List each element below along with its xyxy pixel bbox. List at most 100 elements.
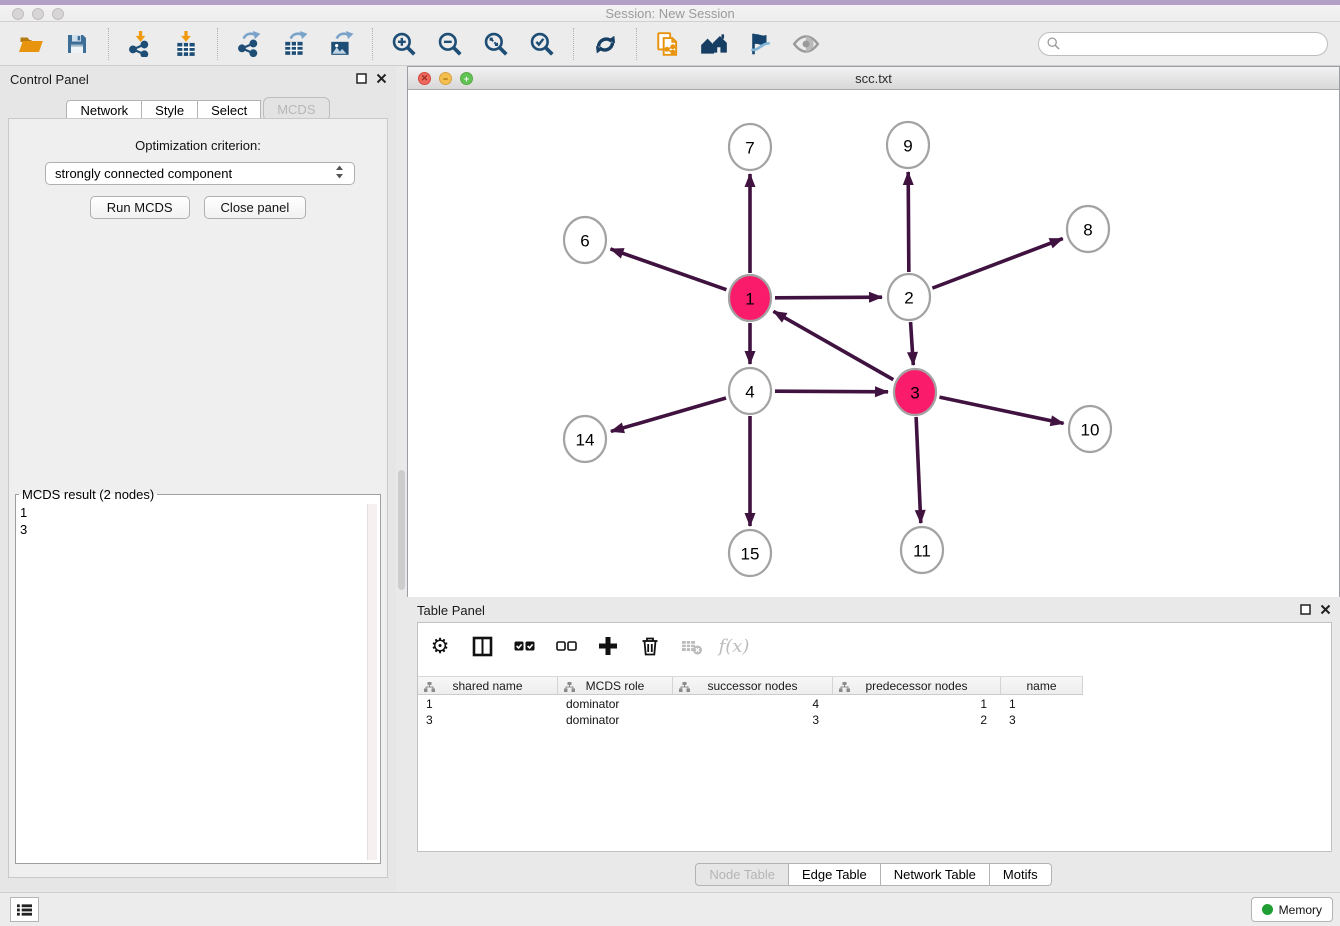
task-history-button[interactable] (10, 897, 39, 922)
table-cell[interactable]: 1 (1001, 696, 1083, 712)
import-network-button[interactable] (122, 26, 158, 62)
attribute-tree-icon (424, 682, 435, 692)
close-table-panel-button[interactable] (1319, 603, 1332, 616)
search-input[interactable] (1065, 35, 1319, 52)
graph-edge-1-6[interactable] (610, 249, 726, 290)
open-session-button[interactable] (13, 26, 49, 62)
column-header-MCDS-role[interactable]: MCDS role (558, 677, 673, 694)
graph-node-15[interactable]: 15 (729, 530, 771, 576)
graph-node-7[interactable]: 7 (729, 124, 771, 170)
graph-node-14[interactable]: 14 (564, 416, 606, 462)
optimization-criterion-select[interactable]: strongly connected component (45, 162, 355, 185)
deselect-all-button[interactable] (552, 632, 580, 660)
graph-node-2[interactable]: 2 (888, 274, 930, 320)
search-field[interactable] (1038, 32, 1328, 56)
float-panel-button[interactable] (355, 72, 368, 85)
graph-node-label: 14 (576, 431, 595, 450)
add-column-button[interactable] (594, 632, 622, 660)
table-cell[interactable]: 3 (1001, 712, 1083, 728)
zoom-out-button[interactable] (432, 26, 468, 62)
zoom-out-icon (437, 31, 463, 57)
table-cell[interactable]: dominator (558, 712, 673, 728)
zoom-fit-button[interactable] (478, 26, 514, 62)
scrollbar-thumb[interactable] (398, 470, 405, 590)
zoom-in-button[interactable] (386, 26, 422, 62)
table-row[interactable]: 3dominator323 (418, 712, 1331, 728)
graph-edge-3-11[interactable] (916, 417, 921, 523)
table-tab-edge-table[interactable]: Edge Table (789, 863, 881, 886)
table-cell[interactable]: 4 (673, 696, 833, 712)
plus-icon (598, 636, 618, 656)
float-table-panel-button[interactable] (1299, 603, 1312, 616)
delete-column-button[interactable] (636, 632, 664, 660)
zoom-selected-button[interactable] (524, 26, 560, 62)
table-tab-node-table[interactable]: Node Table (695, 863, 789, 886)
graph-node-1[interactable]: 1 (729, 275, 771, 321)
graph-edge-3-10[interactable] (939, 397, 1063, 423)
graph-node-8[interactable]: 8 (1067, 206, 1109, 252)
graph-node-10[interactable]: 10 (1069, 406, 1111, 452)
graph-node-11[interactable]: 11 (901, 527, 943, 573)
close-panel-action-button[interactable]: Close panel (204, 196, 307, 219)
delete-table-button[interactable] (678, 632, 706, 660)
export-table-button[interactable] (277, 26, 313, 62)
close-panel-button[interactable] (375, 72, 388, 85)
table-row[interactable]: 1dominator411 (418, 696, 1331, 712)
graph-edge-4-14[interactable] (611, 398, 726, 431)
zoom-fit-icon (483, 31, 509, 57)
save-disk-icon (65, 32, 89, 56)
column-header-name[interactable]: name (1001, 677, 1083, 694)
table-options-button[interactable]: ⚙ (426, 632, 454, 660)
table-cell[interactable]: 3 (673, 712, 833, 728)
graph-edge-3-1[interactable] (773, 311, 893, 379)
run-mcds-button[interactable]: Run MCDS (90, 196, 190, 219)
graph-edge-2-8[interactable] (932, 239, 1062, 289)
toolbar-separator (573, 28, 574, 60)
show-hide-panel-button[interactable] (788, 26, 824, 62)
export-image-button[interactable] (323, 26, 359, 62)
table-cell[interactable]: 3 (418, 712, 558, 728)
memory-label: Memory (1279, 903, 1322, 917)
graph-node-3[interactable]: 3 (894, 369, 936, 415)
graph-node-9[interactable]: 9 (887, 122, 929, 168)
graph-edge-2-9[interactable] (908, 172, 909, 272)
graphics-details-button[interactable] (742, 26, 778, 62)
column-header-predecessor-nodes[interactable]: predecessor nodes (833, 677, 1001, 694)
graph-node-4[interactable]: 4 (729, 368, 771, 414)
export-network-button[interactable] (231, 26, 267, 62)
first-neighbors-button[interactable] (696, 26, 732, 62)
window-title: Session: New Session (0, 6, 1340, 21)
network-window-title: scc.txt (408, 71, 1339, 86)
table-tab-network-table[interactable]: Network Table (881, 863, 990, 886)
graph-edge-2-3[interactable] (911, 322, 914, 365)
import-table-icon (173, 31, 199, 57)
result-scrollbar[interactable] (367, 504, 377, 860)
save-session-button[interactable] (59, 26, 95, 62)
table-tab-motifs[interactable]: Motifs (990, 863, 1052, 886)
column-header-shared-name[interactable]: shared name (418, 677, 558, 694)
control-panel-scrollbar[interactable] (396, 66, 407, 892)
column-header-successor-nodes[interactable]: successor nodes (673, 677, 833, 694)
toolbar-separator (372, 28, 373, 60)
task-list-icon (17, 903, 32, 917)
float-icon (356, 73, 367, 84)
table-cell[interactable]: 1 (833, 696, 1001, 712)
table-cell[interactable]: 2 (833, 712, 1001, 728)
network-canvas[interactable]: 1 2 3 4 6 7 8 9 10 11 14 15 (408, 90, 1339, 597)
attribute-tree-icon (839, 682, 850, 692)
table-panel: Table Panel ⚙ (407, 597, 1340, 892)
graph-edge-4-3[interactable] (775, 391, 888, 392)
apply-layout-button[interactable] (587, 26, 623, 62)
clone-network-button[interactable] (650, 26, 686, 62)
column-visibility-button[interactable] (468, 632, 496, 660)
table-cell[interactable]: dominator (558, 696, 673, 712)
graph-edge-1-2[interactable] (775, 297, 882, 298)
function-builder-button[interactable]: f(x) (720, 632, 748, 660)
graph-node-6[interactable]: 6 (564, 217, 606, 263)
table-cell[interactable]: 1 (418, 696, 558, 712)
select-all-button[interactable] (510, 632, 538, 660)
import-table-button[interactable] (168, 26, 204, 62)
memory-button[interactable]: Memory (1251, 897, 1333, 922)
criterion-label: Optimization criterion: (9, 138, 387, 153)
mcds-result-text[interactable]: 13 (20, 504, 27, 538)
